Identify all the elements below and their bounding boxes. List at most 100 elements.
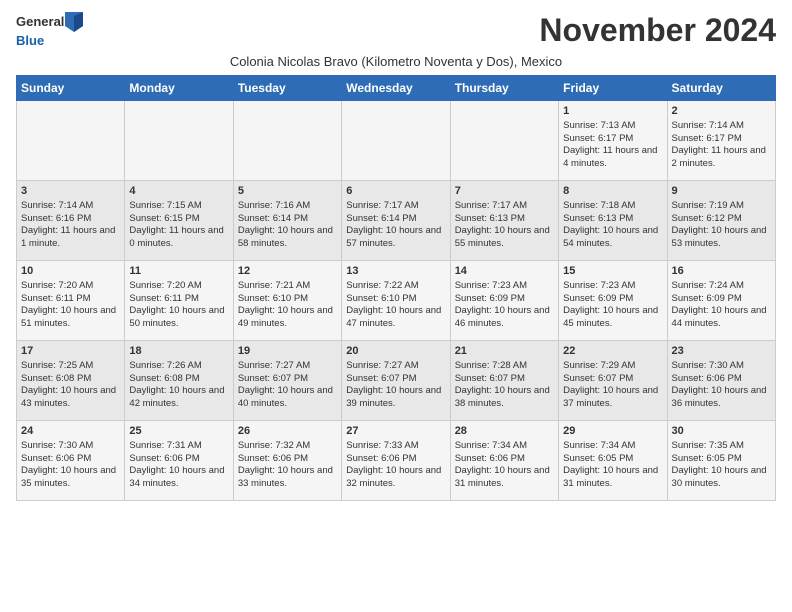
day-info-line: Sunset: 6:10 PM xyxy=(346,293,445,306)
calendar-cell-w0d0 xyxy=(17,101,125,181)
day-info-line: Sunrise: 7:16 AM xyxy=(238,200,337,213)
day-info-line: Sunset: 6:15 PM xyxy=(129,213,228,226)
calendar-cell-w4d6: 30Sunrise: 7:35 AMSunset: 6:05 PMDayligh… xyxy=(667,421,775,501)
day-info-line: Sunset: 6:09 PM xyxy=(672,293,771,306)
day-info-line: Sunrise: 7:27 AM xyxy=(238,360,337,373)
day-number: 27 xyxy=(346,424,445,439)
day-info-line: Sunrise: 7:28 AM xyxy=(455,360,554,373)
day-info-line: Sunrise: 7:32 AM xyxy=(238,440,337,453)
day-info-line: Daylight: 10 hours and 32 minutes. xyxy=(346,465,445,491)
day-info-line: Sunrise: 7:33 AM xyxy=(346,440,445,453)
day-info-line: Sunrise: 7:26 AM xyxy=(129,360,228,373)
calendar-week-2: 10Sunrise: 7:20 AMSunset: 6:11 PMDayligh… xyxy=(17,261,776,341)
col-friday: Friday xyxy=(559,76,667,101)
calendar-cell-w0d4 xyxy=(450,101,558,181)
calendar-cell-w1d2: 5Sunrise: 7:16 AMSunset: 6:14 PMDaylight… xyxy=(233,181,341,261)
day-number: 26 xyxy=(238,424,337,439)
day-info-line: Sunset: 6:13 PM xyxy=(563,213,662,226)
col-monday: Monday xyxy=(125,76,233,101)
day-number: 19 xyxy=(238,344,337,359)
calendar-cell-w1d4: 7Sunrise: 7:17 AMSunset: 6:13 PMDaylight… xyxy=(450,181,558,261)
day-info-line: Sunrise: 7:25 AM xyxy=(21,360,120,373)
day-info-line: Daylight: 10 hours and 30 minutes. xyxy=(672,465,771,491)
day-info-line: Daylight: 11 hours and 0 minutes. xyxy=(129,225,228,251)
col-sunday: Sunday xyxy=(17,76,125,101)
day-info-line: Daylight: 10 hours and 54 minutes. xyxy=(563,225,662,251)
day-info-line: Sunrise: 7:30 AM xyxy=(672,360,771,373)
day-info-line: Daylight: 10 hours and 31 minutes. xyxy=(455,465,554,491)
day-info-line: Sunrise: 7:34 AM xyxy=(563,440,662,453)
col-saturday: Saturday xyxy=(667,76,775,101)
day-info-line: Sunset: 6:06 PM xyxy=(455,453,554,466)
calendar-cell-w4d5: 29Sunrise: 7:34 AMSunset: 6:05 PMDayligh… xyxy=(559,421,667,501)
day-info-line: Sunset: 6:11 PM xyxy=(129,293,228,306)
day-info-line: Daylight: 10 hours and 47 minutes. xyxy=(346,305,445,331)
day-info-line: Sunset: 6:06 PM xyxy=(238,453,337,466)
day-info-line: Daylight: 10 hours and 33 minutes. xyxy=(238,465,337,491)
day-info-line: Daylight: 10 hours and 40 minutes. xyxy=(238,385,337,411)
day-info-line: Daylight: 10 hours and 51 minutes. xyxy=(21,305,120,331)
logo-icon xyxy=(65,12,83,32)
day-number: 25 xyxy=(129,424,228,439)
logo: General Blue xyxy=(16,12,83,50)
day-number: 2 xyxy=(672,104,771,119)
day-info-line: Sunset: 6:17 PM xyxy=(672,133,771,146)
day-number: 21 xyxy=(455,344,554,359)
day-number: 12 xyxy=(238,264,337,279)
calendar-cell-w4d4: 28Sunrise: 7:34 AMSunset: 6:06 PMDayligh… xyxy=(450,421,558,501)
calendar-cell-w0d3 xyxy=(342,101,450,181)
calendar-cell-w3d4: 21Sunrise: 7:28 AMSunset: 6:07 PMDayligh… xyxy=(450,341,558,421)
day-number: 29 xyxy=(563,424,662,439)
day-info-line: Sunset: 6:05 PM xyxy=(563,453,662,466)
day-info-line: Sunrise: 7:21 AM xyxy=(238,280,337,293)
day-info-line: Daylight: 10 hours and 46 minutes. xyxy=(455,305,554,331)
day-info-line: Sunset: 6:14 PM xyxy=(346,213,445,226)
calendar-cell-w2d3: 13Sunrise: 7:22 AMSunset: 6:10 PMDayligh… xyxy=(342,261,450,341)
day-info-line: Daylight: 11 hours and 1 minute. xyxy=(21,225,120,251)
day-info-line: Sunset: 6:13 PM xyxy=(455,213,554,226)
day-info-line: Sunset: 6:09 PM xyxy=(455,293,554,306)
day-info-line: Sunset: 6:17 PM xyxy=(563,133,662,146)
day-info-line: Sunset: 6:06 PM xyxy=(21,453,120,466)
day-info-line: Sunrise: 7:27 AM xyxy=(346,360,445,373)
calendar-cell-w1d1: 4Sunrise: 7:15 AMSunset: 6:15 PMDaylight… xyxy=(125,181,233,261)
calendar-cell-w2d6: 16Sunrise: 7:24 AMSunset: 6:09 PMDayligh… xyxy=(667,261,775,341)
day-number: 6 xyxy=(346,184,445,199)
day-number: 7 xyxy=(455,184,554,199)
day-info-line: Daylight: 11 hours and 2 minutes. xyxy=(672,145,771,171)
calendar-cell-w4d2: 26Sunrise: 7:32 AMSunset: 6:06 PMDayligh… xyxy=(233,421,341,501)
calendar-cell-w3d6: 23Sunrise: 7:30 AMSunset: 6:06 PMDayligh… xyxy=(667,341,775,421)
day-info-line: Sunset: 6:12 PM xyxy=(672,213,771,226)
day-info-line: Sunset: 6:10 PM xyxy=(238,293,337,306)
day-number: 22 xyxy=(563,344,662,359)
day-number: 9 xyxy=(672,184,771,199)
day-info-line: Daylight: 10 hours and 53 minutes. xyxy=(672,225,771,251)
day-info-line: Daylight: 10 hours and 49 minutes. xyxy=(238,305,337,331)
day-info-line: Daylight: 10 hours and 38 minutes. xyxy=(455,385,554,411)
header-row: General Blue November 2024 xyxy=(16,12,776,50)
day-info-line: Daylight: 10 hours and 45 minutes. xyxy=(563,305,662,331)
calendar-cell-w2d5: 15Sunrise: 7:23 AMSunset: 6:09 PMDayligh… xyxy=(559,261,667,341)
logo-blue: Blue xyxy=(16,33,44,48)
day-info-line: Sunrise: 7:31 AM xyxy=(129,440,228,453)
logo-general: General xyxy=(16,15,64,29)
header-row-days: Sunday Monday Tuesday Wednesday Thursday… xyxy=(17,76,776,101)
day-info-line: Sunset: 6:07 PM xyxy=(455,373,554,386)
calendar-week-0: 1Sunrise: 7:13 AMSunset: 6:17 PMDaylight… xyxy=(17,101,776,181)
day-info-line: Sunrise: 7:13 AM xyxy=(563,120,662,133)
calendar-cell-w1d0: 3Sunrise: 7:14 AMSunset: 6:16 PMDaylight… xyxy=(17,181,125,261)
day-info-line: Sunrise: 7:14 AM xyxy=(672,120,771,133)
col-wednesday: Wednesday xyxy=(342,76,450,101)
day-info-line: Sunset: 6:16 PM xyxy=(21,213,120,226)
day-info-line: Sunset: 6:06 PM xyxy=(346,453,445,466)
day-info-line: Sunrise: 7:24 AM xyxy=(672,280,771,293)
subtitle: Colonia Nicolas Bravo (Kilometro Noventa… xyxy=(16,54,776,69)
day-info-line: Sunset: 6:07 PM xyxy=(346,373,445,386)
day-number: 4 xyxy=(129,184,228,199)
day-info-line: Daylight: 10 hours and 57 minutes. xyxy=(346,225,445,251)
calendar-page: General Blue November 2024 Colonia Nicol… xyxy=(0,0,792,509)
calendar-week-4: 24Sunrise: 7:30 AMSunset: 6:06 PMDayligh… xyxy=(17,421,776,501)
calendar-cell-w1d5: 8Sunrise: 7:18 AMSunset: 6:13 PMDaylight… xyxy=(559,181,667,261)
calendar-cell-w1d6: 9Sunrise: 7:19 AMSunset: 6:12 PMDaylight… xyxy=(667,181,775,261)
day-info-line: Sunrise: 7:20 AM xyxy=(129,280,228,293)
